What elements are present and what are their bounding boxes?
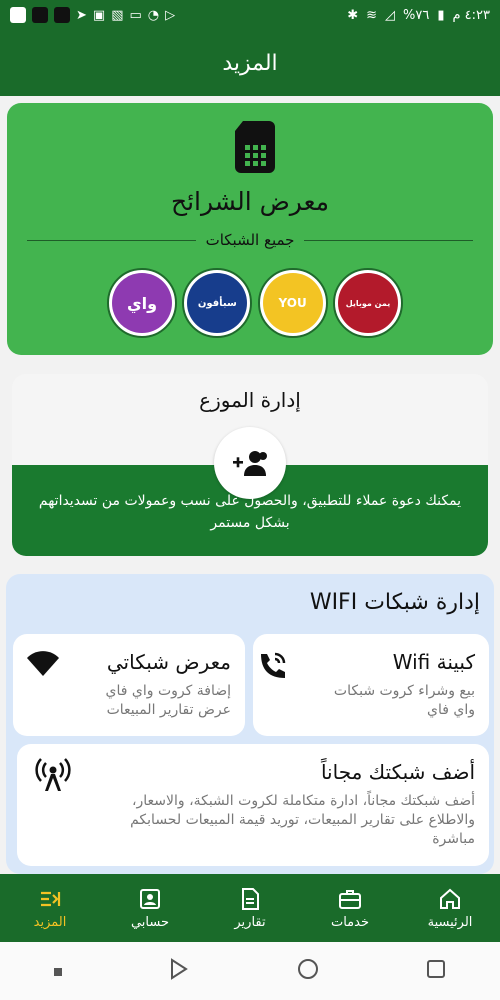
status-bar: ➤ ▣ ▧ ▭ ◔ ▷ ✱ ≋ ◿ %٧٦ ▮ ٤:٢٣ م [0,0,500,30]
logo-you-label: YOU [262,273,323,333]
wifi-section: إدارة شبكات WIFI كبينة Wifi بيع وشراء كر… [6,574,494,874]
add-network-desc: أضف شبكتك مجاناً، ادارة متكاملة لكروت ال… [130,792,475,849]
logo-yemen-mobile-label: يمن موبايل [337,273,398,333]
distributor-card[interactable]: إدارة الموزع يمكنك دعوة عملاء للتطبيق، و… [12,374,488,556]
broadcast-antenna-icon [35,758,71,791]
recents-button[interactable] [425,958,447,984]
status-notifications: ➤ ▣ ▧ ▭ ◔ ▷ [10,7,175,23]
notification-icon [32,7,48,23]
add-network-title: أضف شبكتك مجاناً [320,760,475,784]
nav-item-more[interactable]: المزيد [0,874,100,942]
services-icon [339,889,361,909]
home-icon [440,888,460,909]
sim-gallery-card[interactable]: معرض الشرائح جميع الشبكات واي سبأفون YOU… [7,103,493,355]
more-icon [41,891,61,906]
my-networks-desc: إضافة كروت واي فاي عرض تقارير المبيعات [106,682,231,720]
sim-gallery-subtitle: جميع الشبكات [205,231,295,249]
notification-icon [10,7,26,23]
phone-call-icon [261,652,286,678]
logo-sabafon-label: سبأفون [187,273,248,333]
nav-label-reports: تقارير [234,914,266,930]
home-button[interactable] [296,957,320,985]
status-system: ✱ ≋ ◿ %٧٦ ▮ ٤:٢٣ م [347,8,490,23]
page-title: المزيد [222,50,278,76]
app-bar: المزيد [0,30,500,96]
distributor-title: إدارة الموزع [199,388,301,412]
my-networks-desc-line2: عرض تقارير المبيعات [106,702,231,718]
my-networks-title: معرض شبكاتي [106,650,231,674]
wifi-icon: ◔ [147,7,160,23]
sim-gallery-title: معرض الشرائح [170,187,330,216]
battery-icon: ▮ [437,7,445,23]
nav-item-account[interactable]: حسابي [100,874,200,942]
wifi-cabin-tile[interactable]: كبينة Wifi بيع وشراء كروت شبكات واي فاي [253,634,489,736]
my-networks-tile[interactable]: معرض شبكاتي إضافة كروت واي فاي عرض تقاري… [13,634,245,736]
system-navigation [0,942,500,1000]
nav-label-account: حسابي [130,914,170,930]
notification-icon [54,7,70,23]
network-logos: واي سبأفون YOU يمن موبايل [107,263,403,343]
network-logo-you[interactable]: YOU [257,268,328,338]
nav-label-home: الرئيسية [427,914,473,930]
divider [304,239,473,241]
reports-icon [242,887,259,910]
recent-apps-small-icon[interactable] [53,962,63,981]
network-logo-sabafon[interactable]: سبأفون [182,268,253,338]
nav-item-home[interactable]: الرئيسية [400,874,500,942]
add-network-tile[interactable]: أضف شبكتك مجاناً أضف شبكتك مجاناً، ادارة… [17,744,489,866]
wifi-signal-icon: ≋ [366,7,377,23]
nav-item-reports[interactable]: تقارير [200,874,300,942]
my-networks-desc-line1: إضافة كروت واي فاي [105,683,231,699]
wifi-icon [27,651,59,676]
bluetooth-icon: ✱ [347,7,359,23]
wifi-section-title: إدارة شبكات WIFI [309,590,480,615]
account-icon [140,888,160,909]
nav-label-more: المزيد [33,914,67,930]
wifi-cabin-desc-line1: بيع وشراء كروت شبكات [333,683,475,699]
play-icon: ▷ [165,7,176,23]
gallery-icon: ▧ [111,7,124,23]
bottom-navigation: المزيد حسابي تقارير خدمات الرئيسية [0,874,500,942]
image-icon: ▣ [92,7,106,23]
wifi-cabin-desc-line2: واي فاي [427,702,475,718]
signal-icon: ◿ [385,7,395,23]
mail-icon: ▭ [129,7,142,23]
sim-subtitle-row: جميع الشبكات [27,231,473,249]
add-network-desc-line2: والاطلاع على تقارير المبيعات، توريد قيمة… [130,812,475,828]
add-network-desc-line1: أضف شبكتك مجاناً، ادارة متكاملة لكروت ال… [131,793,475,809]
nav-item-services[interactable]: خدمات [300,874,400,942]
divider [27,239,196,241]
back-button[interactable] [168,958,190,984]
wifi-cabin-title: كبينة Wifi [392,650,475,674]
add-group-icon [214,427,286,499]
logo-wai-label: واي [112,273,172,333]
network-logo-yemen-mobile[interactable]: يمن موبايل [332,268,403,338]
nav-label-services: خدمات [330,914,370,930]
sim-card-icon [235,121,275,173]
network-logo-wai[interactable]: واي [107,268,177,338]
battery-percent: %٧٦ [403,7,430,23]
wifi-cabin-desc: بيع وشراء كروت شبكات واي فاي [334,682,475,720]
add-network-desc-line3: مباشرة [432,831,475,847]
distributor-description: يمكنك دعوة عملاء للتطبيق، والحصول على نس… [38,493,462,531]
status-time: ٤:٢٣ م [452,7,490,23]
telegram-icon: ➤ [76,7,87,23]
